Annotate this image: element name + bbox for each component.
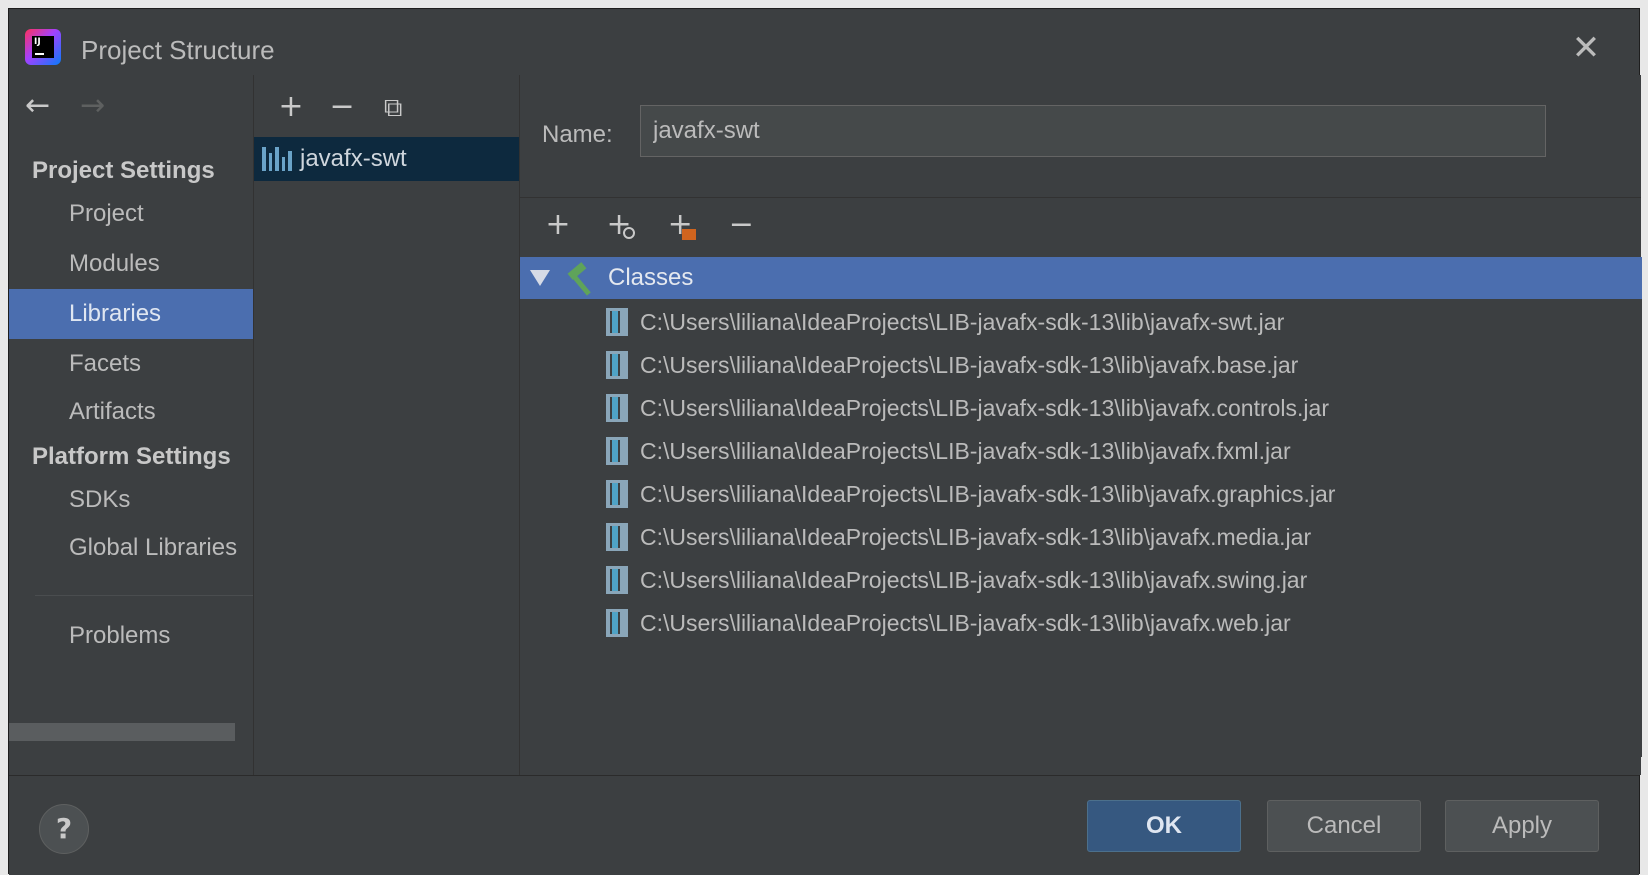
jar-icon	[606, 351, 628, 379]
add-library-icon[interactable]: +	[268, 87, 314, 127]
help-button[interactable]: ?	[39, 804, 89, 854]
library-name-input[interactable]	[640, 105, 1546, 157]
title-bar: IJ Project Structure ✕	[9, 9, 1639, 75]
close-icon[interactable]: ✕	[1569, 31, 1603, 65]
jar-row[interactable]: C:\Users\liliana\IdeaProjects\LIB-javafx…	[606, 473, 1335, 515]
remove-root-icon[interactable]: −	[713, 205, 769, 245]
cancel-button[interactable]: Cancel	[1267, 800, 1421, 852]
jar-icon	[606, 480, 628, 508]
jar-row[interactable]: C:\Users\liliana\IdeaProjects\LIB-javafx…	[606, 559, 1307, 601]
copy-library-icon[interactable]: ⧉	[370, 88, 416, 128]
jar-icon	[606, 437, 628, 465]
tree-node-classes[interactable]: Classes	[520, 257, 1642, 299]
library-item-javafx-swt[interactable]: javafx-swt	[254, 137, 520, 181]
jar-row[interactable]: C:\Users\liliana\IdeaProjects\LIB-javafx…	[606, 301, 1284, 343]
jar-path: C:\Users\liliana\IdeaProjects\LIB-javafx…	[640, 437, 1291, 464]
library-detail-panel: Name: + + + − Classes C:\Users\lil	[519, 75, 1642, 775]
nav-item-sdks[interactable]: SDKs	[9, 475, 253, 525]
classes-label: Classes	[608, 264, 694, 291]
expand-triangle-icon[interactable]	[530, 270, 550, 286]
add-root-icon[interactable]: +	[530, 205, 586, 245]
intellij-logo-icon: IJ	[25, 29, 61, 65]
history-arrows: ← →	[25, 89, 130, 123]
globe-icon	[623, 227, 636, 239]
library-name: javafx-swt	[300, 145, 407, 172]
jar-path: C:\Users\liliana\IdeaProjects\LIB-javafx…	[640, 351, 1299, 378]
jar-row[interactable]: C:\Users\liliana\IdeaProjects\LIB-javafx…	[606, 344, 1298, 386]
nav-item-project[interactable]: Project	[9, 189, 253, 239]
jar-row[interactable]: C:\Users\liliana\IdeaProjects\LIB-javafx…	[606, 430, 1291, 472]
nav-item-libraries[interactable]: Libraries	[9, 289, 253, 339]
section-platform-settings: Platform Settings	[32, 443, 231, 470]
jar-path: C:\Users\liliana\IdeaProjects\LIB-javafx…	[640, 394, 1329, 421]
classes-toolbar: + + + −	[530, 205, 769, 249]
add-url-icon[interactable]: +	[591, 205, 647, 245]
jar-path: C:\Users\liliana\IdeaProjects\LIB-javafx…	[640, 480, 1336, 507]
jar-row[interactable]: C:\Users\liliana\IdeaProjects\LIB-javafx…	[606, 602, 1291, 644]
back-arrow-icon[interactable]: ←	[25, 89, 75, 123]
jar-icon	[606, 394, 628, 422]
jar-icon	[606, 523, 628, 551]
jar-icon	[606, 308, 628, 336]
ok-button[interactable]: OK	[1087, 800, 1241, 852]
library-icon	[262, 147, 292, 171]
remove-library-icon[interactable]: −	[319, 87, 365, 127]
folder-icon	[682, 229, 697, 240]
settings-nav: ← → Project Settings Project Modules Lib…	[9, 75, 253, 775]
nav-item-global-libraries[interactable]: Global Libraries	[9, 523, 253, 573]
classes-tree: Classes C:\Users\liliana\IdeaProjects\LI…	[520, 257, 1642, 757]
library-list-panel: + − ⧉ javafx-swt	[253, 75, 520, 775]
jar-path: C:\Users\liliana\IdeaProjects\LIB-javafx…	[640, 523, 1312, 550]
add-folder-icon[interactable]: +	[652, 205, 708, 245]
nav-item-artifacts[interactable]: Artifacts	[9, 387, 253, 437]
nav-horizontal-scrollbar[interactable]	[9, 723, 235, 741]
dialog-title: Project Structure	[81, 35, 275, 65]
project-structure-dialog: IJ Project Structure ✕ ← → Project Setti…	[8, 8, 1642, 875]
jar-path: C:\Users\liliana\IdeaProjects\LIB-javafx…	[640, 308, 1285, 335]
dialog-button-bar: ? OK Cancel Apply	[9, 775, 1639, 875]
nav-divider	[35, 595, 253, 596]
detail-separator	[520, 197, 1641, 198]
name-label: Name:	[542, 121, 613, 148]
jar-path: C:\Users\liliana\IdeaProjects\LIB-javafx…	[640, 609, 1291, 636]
jar-path: C:\Users\liliana\IdeaProjects\LIB-javafx…	[640, 566, 1308, 593]
nav-item-modules[interactable]: Modules	[9, 239, 253, 289]
logo-text: IJ	[32, 36, 54, 58]
jar-icon	[606, 609, 628, 637]
hammer-icon	[566, 262, 600, 296]
jar-row[interactable]: C:\Users\liliana\IdeaProjects\LIB-javafx…	[606, 516, 1311, 558]
library-list-toolbar: + − ⧉	[268, 87, 416, 127]
jar-row[interactable]: C:\Users\liliana\IdeaProjects\LIB-javafx…	[606, 387, 1329, 429]
apply-button[interactable]: Apply	[1445, 800, 1599, 852]
nav-item-facets[interactable]: Facets	[9, 339, 253, 389]
section-project-settings: Project Settings	[32, 157, 215, 184]
forward-arrow-icon[interactable]: →	[80, 89, 130, 123]
nav-item-problems[interactable]: Problems	[9, 611, 253, 661]
jar-icon	[606, 566, 628, 594]
